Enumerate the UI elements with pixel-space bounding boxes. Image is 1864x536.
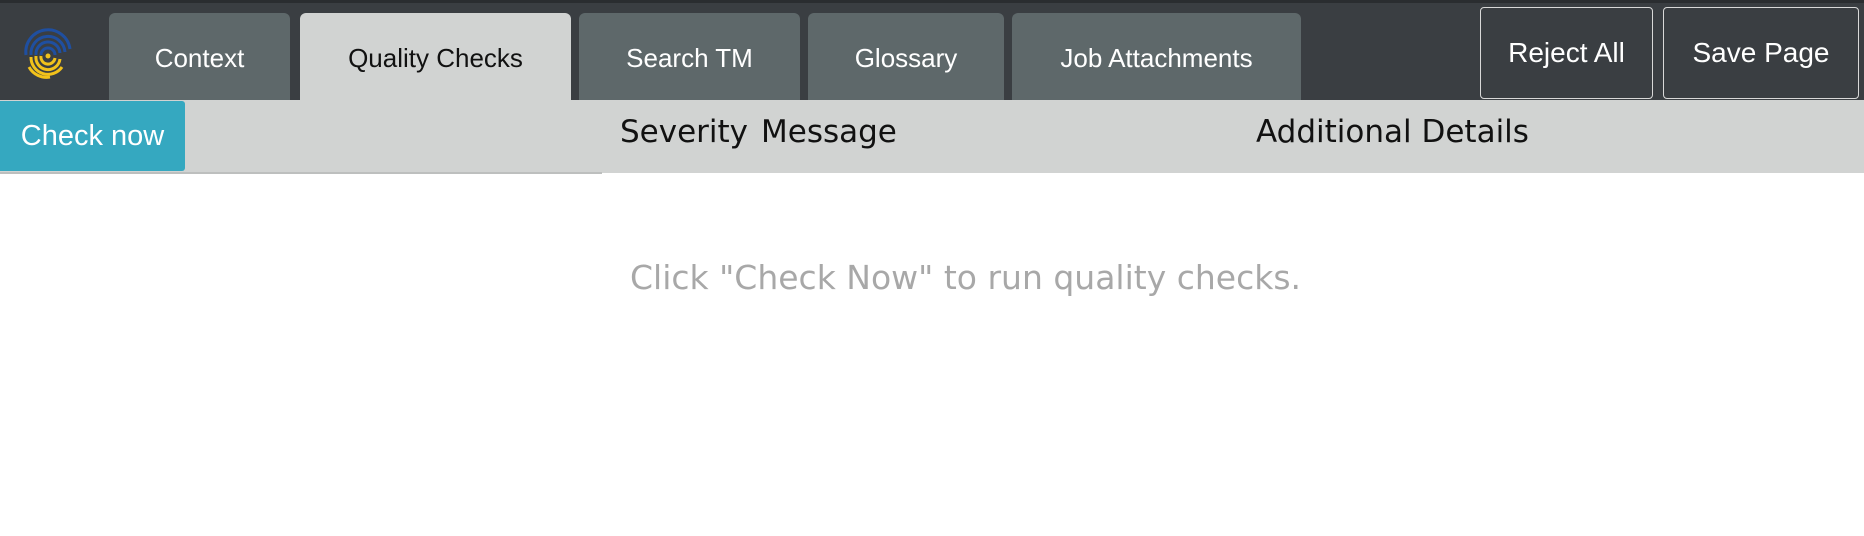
empty-state-message: Click "Check Now" to run quality checks. — [630, 258, 1302, 297]
column-header-message: Message — [761, 114, 897, 150]
top-navigation-bar: Context Quality Checks Search TM Glossar… — [0, 0, 1864, 103]
tab-label: Search TM — [626, 42, 753, 73]
tab-label: Quality Checks — [348, 42, 523, 73]
reject-all-button[interactable]: Reject All — [1480, 7, 1653, 99]
tab-label: Job Attachments — [1060, 42, 1253, 73]
save-page-button[interactable]: Save Page — [1663, 7, 1859, 99]
divider — [0, 172, 602, 174]
column-header-additional-details: Additional Details — [1256, 114, 1529, 150]
tab-context[interactable]: Context — [109, 13, 290, 103]
tab-quality-checks[interactable]: Quality Checks — [300, 13, 571, 103]
fingerprint-logo-icon — [24, 28, 72, 79]
tab-job-attachments[interactable]: Job Attachments — [1012, 13, 1301, 103]
column-header-severity: Severity — [620, 114, 749, 150]
tab-label: Context — [154, 42, 245, 73]
check-now-button[interactable]: Check now — [0, 101, 185, 171]
tab-search-tm[interactable]: Search TM — [579, 13, 800, 103]
quality-checks-header-bar — [0, 100, 1864, 173]
tab-label: Glossary — [854, 42, 958, 73]
tab-glossary[interactable]: Glossary — [808, 13, 1004, 103]
